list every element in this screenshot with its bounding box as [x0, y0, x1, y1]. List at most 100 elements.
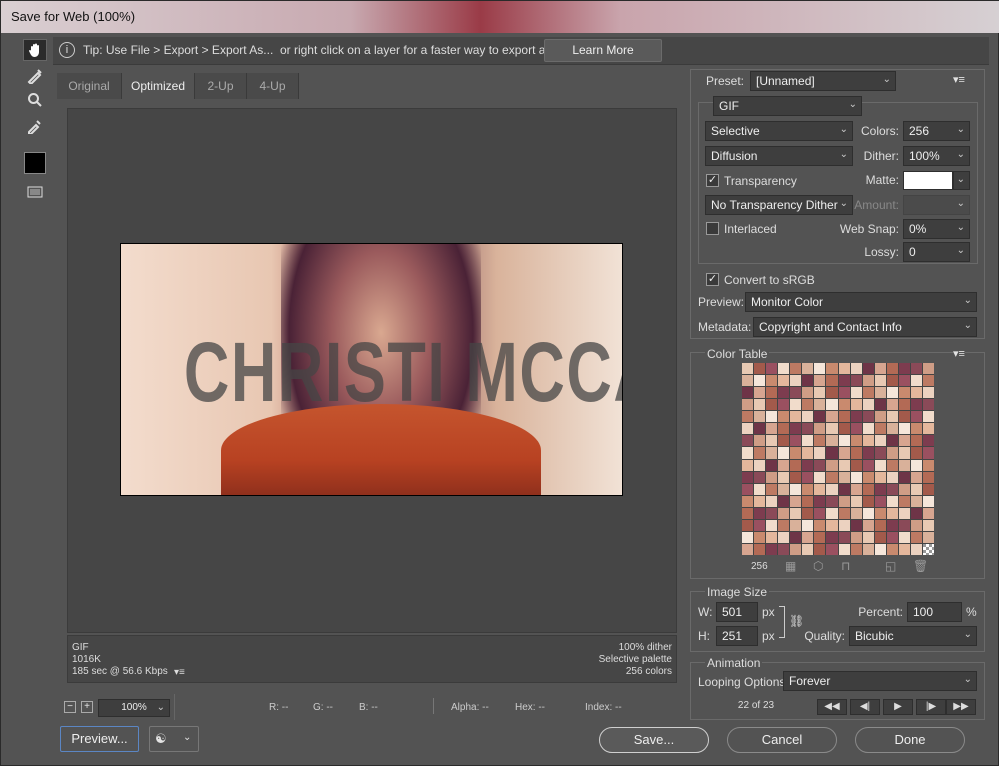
color-swatch[interactable] — [814, 423, 826, 435]
color-swatch[interactable] — [766, 543, 778, 555]
color-swatch[interactable] — [778, 411, 790, 423]
color-swatch[interactable] — [766, 423, 778, 435]
color-swatch[interactable] — [910, 495, 922, 507]
link-icon[interactable]: ⛓ — [789, 614, 804, 628]
color-swatch[interactable] — [790, 423, 802, 435]
tab-2up[interactable]: 2-Up — [195, 73, 247, 99]
color-swatch[interactable] — [898, 459, 910, 471]
optimized-image-preview[interactable]: CHRISTI MCCALL — [120, 243, 623, 496]
color-swatch[interactable] — [790, 495, 802, 507]
color-swatch[interactable] — [742, 447, 754, 459]
color-swatch[interactable] — [874, 387, 886, 399]
color-swatch[interactable] — [778, 471, 790, 483]
color-swatch[interactable] — [778, 495, 790, 507]
color-swatch[interactable] — [754, 495, 766, 507]
color-swatch[interactable] — [910, 531, 922, 543]
color-swatch[interactable] — [802, 471, 814, 483]
color-swatch[interactable] — [862, 459, 874, 471]
color-swatch[interactable] — [742, 471, 754, 483]
color-swatch[interactable] — [742, 375, 754, 387]
color-swatch[interactable] — [838, 435, 850, 447]
color-swatch[interactable] — [766, 531, 778, 543]
color-swatch[interactable] — [802, 531, 814, 543]
color-swatch[interactable] — [898, 543, 910, 555]
color-table-grid[interactable] — [742, 363, 934, 555]
color-swatch[interactable] — [886, 399, 898, 411]
color-swatch[interactable] — [814, 411, 826, 423]
color-swatch[interactable] — [910, 471, 922, 483]
color-swatch[interactable] — [814, 399, 826, 411]
color-swatch[interactable] — [898, 399, 910, 411]
color-swatch[interactable] — [802, 411, 814, 423]
color-swatch[interactable] — [898, 495, 910, 507]
color-swatch[interactable] — [766, 471, 778, 483]
color-swatch[interactable] — [898, 435, 910, 447]
learn-more-button[interactable]: Learn More — [544, 39, 662, 62]
color-table-menu-icon[interactable]: ▾≡ — [953, 347, 965, 360]
color-swatch[interactable] — [754, 471, 766, 483]
color-swatch[interactable] — [826, 447, 838, 459]
color-swatch[interactable] — [862, 519, 874, 531]
color-swatch[interactable] — [814, 531, 826, 543]
web-shift-cube-icon[interactable]: ⬡ — [813, 559, 823, 573]
color-swatch[interactable] — [778, 543, 790, 555]
last-frame-icon[interactable]: ▶▶ — [946, 699, 976, 715]
color-swatch[interactable] — [754, 519, 766, 531]
color-swatch[interactable] — [850, 459, 862, 471]
color-swatch[interactable] — [754, 507, 766, 519]
color-swatch[interactable] — [910, 543, 922, 555]
color-swatch[interactable] — [922, 459, 934, 471]
color-swatch[interactable] — [910, 483, 922, 495]
color-swatch[interactable] — [778, 507, 790, 519]
color-swatch[interactable] — [742, 363, 754, 375]
zoom-out-icon[interactable]: − — [64, 701, 76, 713]
color-swatch[interactable] — [850, 423, 862, 435]
color-swatch[interactable] — [754, 483, 766, 495]
color-swatch[interactable] — [898, 375, 910, 387]
color-swatch[interactable] — [754, 543, 766, 555]
color-swatch[interactable] — [922, 435, 934, 447]
color-swatch[interactable] — [922, 483, 934, 495]
color-swatch[interactable] — [778, 531, 790, 543]
color-swatch[interactable] — [910, 375, 922, 387]
color-swatch[interactable] — [742, 543, 754, 555]
color-swatch[interactable] — [766, 387, 778, 399]
color-swatch[interactable] — [922, 423, 934, 435]
tab-optimized[interactable]: Optimized — [122, 73, 195, 99]
color-swatch[interactable] — [826, 387, 838, 399]
color-swatch[interactable] — [838, 495, 850, 507]
color-swatch[interactable] — [898, 447, 910, 459]
color-swatch[interactable] — [742, 483, 754, 495]
color-swatch[interactable] — [766, 447, 778, 459]
color-swatch[interactable] — [862, 411, 874, 423]
color-swatch[interactable] — [802, 507, 814, 519]
zoom-tool-icon[interactable] — [23, 89, 47, 111]
color-swatch[interactable] — [910, 423, 922, 435]
color-swatch[interactable] — [874, 399, 886, 411]
color-swatch[interactable] — [850, 447, 862, 459]
color-swatch[interactable] — [766, 507, 778, 519]
color-swatch[interactable] — [874, 543, 886, 555]
color-swatch[interactable] — [742, 507, 754, 519]
color-swatch[interactable] — [790, 363, 802, 375]
color-swatch[interactable] — [910, 411, 922, 423]
color-swatch[interactable] — [922, 447, 934, 459]
color-swatch[interactable] — [742, 387, 754, 399]
color-swatch[interactable] — [754, 363, 766, 375]
file-format-select[interactable]: GIF ⌄ — [713, 96, 862, 116]
color-swatch[interactable] — [826, 375, 838, 387]
slice-select-tool-icon[interactable] — [23, 65, 47, 87]
color-swatch[interactable] — [802, 519, 814, 531]
color-swatch[interactable] — [838, 387, 850, 399]
color-swatch[interactable] — [766, 483, 778, 495]
color-swatch[interactable] — [898, 531, 910, 543]
toggle-slices-icon[interactable] — [23, 181, 47, 203]
color-swatch[interactable] — [826, 507, 838, 519]
color-swatch[interactable] — [886, 531, 898, 543]
color-swatch[interactable] — [862, 363, 874, 375]
color-swatch[interactable] — [898, 519, 910, 531]
color-swatch[interactable] — [778, 459, 790, 471]
color-swatch[interactable] — [826, 531, 838, 543]
color-swatch[interactable] — [886, 495, 898, 507]
color-swatch[interactable] — [814, 519, 826, 531]
